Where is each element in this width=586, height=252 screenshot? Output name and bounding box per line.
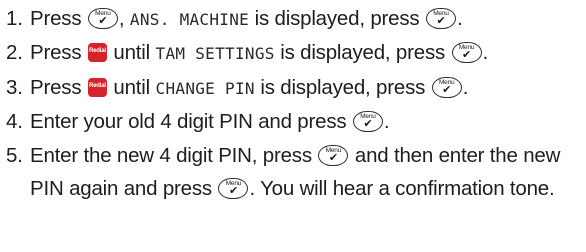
- step-text: Press Redial until CHANGE PIN is display…: [30, 75, 469, 99]
- menu-check-key-icon: Menu ✔: [352, 111, 383, 133]
- step-5: 5. Enter the new 4 digit PIN, press Menu…: [6, 139, 584, 206]
- menu-check-key-icon: Menu ✔: [431, 76, 462, 98]
- menu-check-key-icon: Menu ✔: [218, 178, 249, 200]
- step-number: 1.: [6, 7, 23, 30]
- display-text: ANS. MACHINE: [129, 10, 250, 29]
- step-number: 4.: [6, 110, 23, 134]
- step-text: Press Menu ✔, ANS. MACHINE is displayed, …: [30, 7, 463, 30]
- step-number: 3.: [6, 75, 23, 99]
- instruction-steps: 1. Press Menu ✔, ANS. MACHINE is displaye…: [6, 2, 584, 205]
- redial-key-icon: Redial: [87, 77, 107, 97]
- step-4: 4. Enter your old 4 digit PIN and press …: [6, 105, 584, 138]
- menu-check-key-icon: Menu ✔: [451, 42, 482, 64]
- step-text: Enter the new 4 digit PIN, press Menu ✔ a…: [30, 143, 561, 201]
- step-text: Press Redial until TAM SETTINGS is displ…: [30, 41, 489, 65]
- display-text: TAM SETTINGS: [155, 44, 275, 64]
- display-text: CHANGE PIN: [155, 78, 255, 98]
- step-text: Enter your old 4 digit PIN and press Men…: [30, 110, 390, 134]
- menu-check-key-icon: Menu ✔: [318, 144, 349, 166]
- menu-check-key-icon: Menu ✔: [87, 8, 118, 29]
- step-1: 1. Press Menu ✔, ANS. MACHINE is displaye…: [6, 2, 584, 36]
- step-number: 5.: [6, 143, 23, 167]
- step-2: 2. Press Redial until TAM SETTINGS is di…: [6, 36, 584, 70]
- redial-key-icon: Redial: [87, 43, 107, 63]
- step-3: 3. Press Redial until CHANGE PIN is disp…: [6, 71, 584, 105]
- step-number: 2.: [6, 41, 23, 65]
- menu-check-key-icon: Menu ✔: [425, 8, 456, 29]
